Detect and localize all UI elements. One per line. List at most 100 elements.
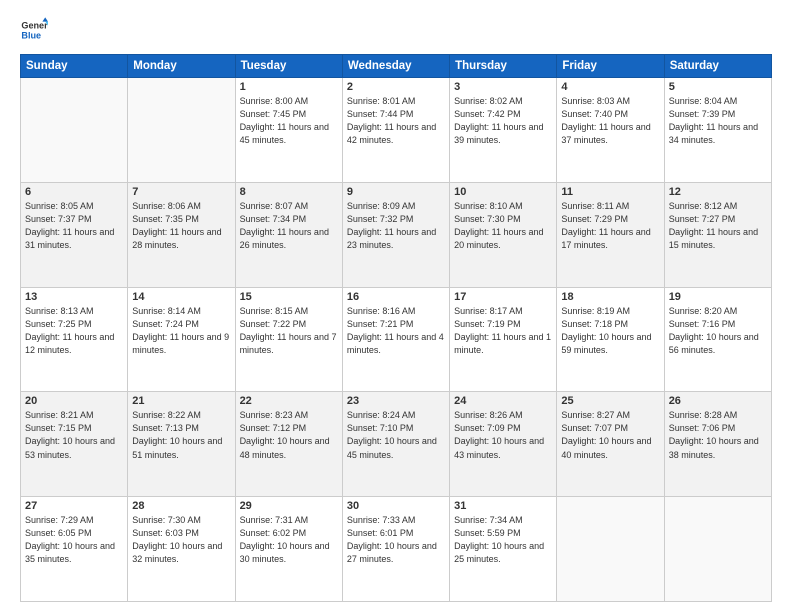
day-number: 8 — [240, 186, 338, 198]
calendar-cell: 19 Sunrise: 8:20 AM Sunset: 7:16 PM Dayli… — [664, 287, 771, 392]
day-info: Sunrise: 8:11 AM Sunset: 7:29 PM Dayligh… — [561, 200, 659, 252]
calendar-week-row: 6Sunrise: 8:05 AM Sunset: 7:37 PM Daylig… — [21, 182, 772, 287]
day-number: 15 — [240, 291, 338, 303]
calendar-header-row: SundayMondayTuesdayWednesdayThursdayFrid… — [21, 55, 772, 78]
calendar-cell — [557, 497, 664, 602]
day-info: Sunrise: 8:27 AM Sunset: 7:07 PM Dayligh… — [561, 409, 659, 461]
day-header-sunday: Sunday — [21, 55, 128, 78]
day-number: 10 — [454, 186, 552, 198]
day-info: Sunrise: 7:33 AM Sunset: 6:01 PM Dayligh… — [347, 514, 445, 566]
calendar-cell: 8 Sunrise: 8:07 AM Sunset: 7:34 PM Daylig… — [235, 182, 342, 287]
day-number: 9 — [347, 186, 445, 198]
day-number: 11 — [561, 186, 659, 198]
day-info: Sunrise: 8:21 AM Sunset: 7:15 PM Dayligh… — [25, 409, 123, 461]
calendar-cell: 20 Sunrise: 8:21 AM Sunset: 7:15 PM Dayli… — [21, 392, 128, 497]
day-number: 28 — [132, 500, 230, 512]
calendar-cell: 9 Sunrise: 8:09 AM Sunset: 7:32 PM Daylig… — [342, 182, 449, 287]
day-number: 31 — [454, 500, 552, 512]
calendar-cell: 29 Sunrise: 7:31 AM Sunset: 6:02 PM Dayli… — [235, 497, 342, 602]
calendar-week-row: 27 Sunrise: 7:29 AM Sunset: 6:05 PM Dayli… — [21, 497, 772, 602]
calendar-cell: 7 Sunrise: 8:06 AM Sunset: 7:35 PM Daylig… — [128, 182, 235, 287]
logo-icon: General Blue — [20, 16, 48, 44]
calendar-cell: 14Sunrise: 8:14 AM Sunset: 7:24 PM Dayli… — [128, 287, 235, 392]
day-number: 25 — [561, 395, 659, 407]
calendar-cell: 15 Sunrise: 8:15 AM Sunset: 7:22 PM Dayli… — [235, 287, 342, 392]
day-info: Sunrise: 8:09 AM Sunset: 7:32 PM Dayligh… — [347, 200, 445, 252]
day-info: Sunrise: 8:20 AM Sunset: 7:16 PM Dayligh… — [669, 305, 767, 357]
day-number: 21 — [132, 395, 230, 407]
day-info: Sunrise: 8:03 AM Sunset: 7:40 PM Dayligh… — [561, 95, 659, 147]
day-number: 2 — [347, 81, 445, 93]
day-info: Sunrise: 8:22 AM Sunset: 7:13 PM Dayligh… — [132, 409, 230, 461]
day-info: Sunrise: 7:29 AM Sunset: 6:05 PM Dayligh… — [25, 514, 123, 566]
day-info: Sunrise: 7:31 AM Sunset: 6:02 PM Dayligh… — [240, 514, 338, 566]
calendar-cell: 4 Sunrise: 8:03 AM Sunset: 7:40 PM Daylig… — [557, 78, 664, 183]
day-info: Sunrise: 8:17 AM Sunset: 7:19 PM Dayligh… — [454, 305, 552, 357]
day-number: 23 — [347, 395, 445, 407]
day-number: 7 — [132, 186, 230, 198]
calendar-cell — [21, 78, 128, 183]
day-info: Sunrise: 7:30 AM Sunset: 6:03 PM Dayligh… — [132, 514, 230, 566]
calendar-cell: 23Sunrise: 8:24 AM Sunset: 7:10 PM Dayli… — [342, 392, 449, 497]
day-header-tuesday: Tuesday — [235, 55, 342, 78]
day-info: Sunrise: 7:34 AM Sunset: 5:59 PM Dayligh… — [454, 514, 552, 566]
svg-text:General: General — [21, 21, 48, 31]
calendar-cell: 18 Sunrise: 8:19 AM Sunset: 7:18 PM Dayli… — [557, 287, 664, 392]
day-info: Sunrise: 8:05 AM Sunset: 7:37 PM Dayligh… — [25, 200, 123, 252]
day-info: Sunrise: 8:23 AM Sunset: 7:12 PM Dayligh… — [240, 409, 338, 461]
day-number: 16 — [347, 291, 445, 303]
calendar-cell: 2 Sunrise: 8:01 AM Sunset: 7:44 PM Daylig… — [342, 78, 449, 183]
day-info: Sunrise: 8:26 AM Sunset: 7:09 PM Dayligh… — [454, 409, 552, 461]
calendar-cell: 26 Sunrise: 8:28 AM Sunset: 7:06 PM Dayli… — [664, 392, 771, 497]
calendar-cell: 11 Sunrise: 8:11 AM Sunset: 7:29 PM Dayli… — [557, 182, 664, 287]
day-info: Sunrise: 8:07 AM Sunset: 7:34 PM Dayligh… — [240, 200, 338, 252]
day-header-saturday: Saturday — [664, 55, 771, 78]
day-number: 1 — [240, 81, 338, 93]
day-number: 3 — [454, 81, 552, 93]
day-number: 24 — [454, 395, 552, 407]
day-info: Sunrise: 8:19 AM Sunset: 7:18 PM Dayligh… — [561, 305, 659, 357]
day-info: Sunrise: 8:02 AM Sunset: 7:42 PM Dayligh… — [454, 95, 552, 147]
day-number: 13 — [25, 291, 123, 303]
day-number: 12 — [669, 186, 767, 198]
svg-text:Blue: Blue — [21, 30, 41, 40]
calendar-cell — [128, 78, 235, 183]
day-number: 27 — [25, 500, 123, 512]
logo: General Blue — [20, 16, 48, 44]
day-number: 4 — [561, 81, 659, 93]
day-number: 5 — [669, 81, 767, 93]
day-info: Sunrise: 8:04 AM Sunset: 7:39 PM Dayligh… — [669, 95, 767, 147]
calendar-cell: 25 Sunrise: 8:27 AM Sunset: 7:07 PM Dayli… — [557, 392, 664, 497]
calendar-week-row: 13 Sunrise: 8:13 AM Sunset: 7:25 PM Dayli… — [21, 287, 772, 392]
calendar-cell: 30Sunrise: 7:33 AM Sunset: 6:01 PM Dayli… — [342, 497, 449, 602]
calendar-cell: 28 Sunrise: 7:30 AM Sunset: 6:03 PM Dayli… — [128, 497, 235, 602]
day-number: 17 — [454, 291, 552, 303]
calendar-cell: 27 Sunrise: 7:29 AM Sunset: 6:05 PM Dayli… — [21, 497, 128, 602]
day-header-thursday: Thursday — [450, 55, 557, 78]
day-header-wednesday: Wednesday — [342, 55, 449, 78]
calendar-cell: 6Sunrise: 8:05 AM Sunset: 7:37 PM Daylig… — [21, 182, 128, 287]
calendar-week-row: 1Sunrise: 8:00 AM Sunset: 7:45 PM Daylig… — [21, 78, 772, 183]
day-number: 18 — [561, 291, 659, 303]
day-info: Sunrise: 8:06 AM Sunset: 7:35 PM Dayligh… — [132, 200, 230, 252]
day-number: 14 — [132, 291, 230, 303]
calendar-cell: 24 Sunrise: 8:26 AM Sunset: 7:09 PM Dayli… — [450, 392, 557, 497]
day-info: Sunrise: 8:01 AM Sunset: 7:44 PM Dayligh… — [347, 95, 445, 147]
day-header-monday: Monday — [128, 55, 235, 78]
page-header: General Blue — [20, 16, 772, 44]
day-info: Sunrise: 8:12 AM Sunset: 7:27 PM Dayligh… — [669, 200, 767, 252]
day-info: Sunrise: 8:28 AM Sunset: 7:06 PM Dayligh… — [669, 409, 767, 461]
calendar-cell: 10Sunrise: 8:10 AM Sunset: 7:30 PM Dayli… — [450, 182, 557, 287]
day-number: 29 — [240, 500, 338, 512]
calendar-cell: 22Sunrise: 8:23 AM Sunset: 7:12 PM Dayli… — [235, 392, 342, 497]
calendar-week-row: 20 Sunrise: 8:21 AM Sunset: 7:15 PM Dayli… — [21, 392, 772, 497]
day-number: 19 — [669, 291, 767, 303]
calendar-cell: 21 Sunrise: 8:22 AM Sunset: 7:13 PM Dayli… — [128, 392, 235, 497]
calendar-cell: 31 Sunrise: 7:34 AM Sunset: 5:59 PM Dayli… — [450, 497, 557, 602]
day-info: Sunrise: 8:15 AM Sunset: 7:22 PM Dayligh… — [240, 305, 338, 357]
day-number: 26 — [669, 395, 767, 407]
day-info: Sunrise: 8:13 AM Sunset: 7:25 PM Dayligh… — [25, 305, 123, 357]
day-number: 20 — [25, 395, 123, 407]
calendar-cell: 5 Sunrise: 8:04 AM Sunset: 7:39 PM Daylig… — [664, 78, 771, 183]
calendar-cell: 12 Sunrise: 8:12 AM Sunset: 7:27 PM Dayli… — [664, 182, 771, 287]
